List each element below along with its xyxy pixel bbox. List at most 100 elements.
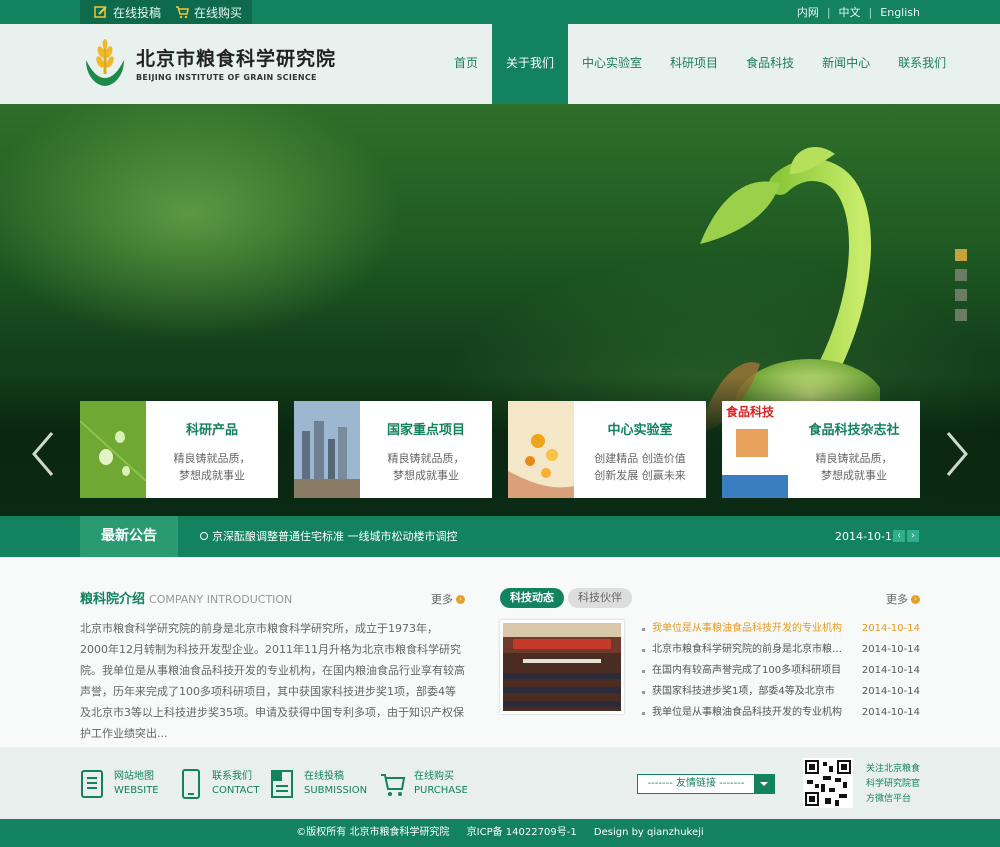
slide-dot-2[interactable]	[955, 269, 967, 281]
site-logo[interactable]: 北京市粮食科学研究院 BEIJING INSTITUTE OF GRAIN SC…	[80, 38, 336, 88]
buy-online-label: 在线购买	[194, 5, 243, 20]
nav-food-tech[interactable]: 食品科技	[732, 24, 808, 104]
intro-header: 粮科院介绍 COMPANY INTRODUCTION 更多 ›	[80, 588, 465, 608]
chevron-down-icon[interactable]	[754, 775, 774, 793]
news-date: 2014-10-14	[861, 707, 920, 718]
footer-link-en: PURCHASE	[414, 785, 468, 796]
footer-purchase-link[interactable]: 在线购买 PURCHASE	[380, 769, 468, 799]
feature-card-products[interactable]: 科研产品 精良铸就品质， 梦想成就事业	[80, 401, 278, 498]
icp-number[interactable]: 京ICP备 14022709号-1	[467, 827, 577, 838]
city-skyline-image	[294, 401, 360, 498]
feature-card-lab[interactable]: 中心实验室 创建精品 创造价值 创新发展 创赢未来	[508, 401, 706, 498]
cart-icon	[176, 6, 189, 19]
qr-caption-line: 方微信平台	[866, 794, 912, 804]
footer-submission-link[interactable]: 在线投稿 SUBMISSION	[270, 769, 367, 799]
lang-divider: |	[868, 5, 873, 19]
card-title: 中心实验室	[607, 423, 673, 438]
news-title[interactable]: 我单位是从事粮油食品科技开发的专业机构	[642, 618, 847, 639]
card-body: 科研产品 精良铸就品质， 梦想成就事业	[146, 401, 278, 498]
logo-title-cn: 北京市粮食科学研究院	[136, 48, 337, 70]
news-title[interactable]: 我单位是从事粮油食品科技开发的专业机构	[642, 702, 847, 723]
announcement-next-button[interactable]: ›	[907, 530, 919, 542]
card-line: 梦想成就事业	[179, 469, 245, 482]
news-title[interactable]: 在国内有较高声誉完成了100多项科研项目	[642, 660, 847, 681]
news-item[interactable]: 在国内有较高声誉完成了100多项科研项目 2014-10-14	[642, 660, 920, 681]
bullet-icon	[200, 532, 208, 540]
nav-contact[interactable]: 联系我们	[884, 24, 960, 104]
footer-link-text: 在线购买 PURCHASE	[414, 770, 468, 798]
more-label: 更多	[886, 593, 908, 606]
announcement-text[interactable]: 京深酝酿调整普通住宅标准 一线城市松动楼市调控	[200, 516, 458, 557]
news-list: 我单位是从事粮油食品科技开发的专业机构 2014-10-14 北京市粮食科学研究院…	[642, 618, 920, 723]
nav-about[interactable]: 关于我们	[492, 24, 569, 104]
footer-link-cn: 在线投稿	[304, 771, 344, 782]
submit-online-link[interactable]: 在线投稿	[94, 4, 161, 21]
molecule-hands-image	[508, 401, 574, 498]
card-line: 梦想成就事业	[393, 469, 459, 482]
logo-text: 北京市粮食科学研究院 BEIJING INSTITUTE OF GRAIN SC…	[136, 44, 336, 82]
svg-text:食品科技: 食品科技	[725, 404, 775, 419]
lang-english[interactable]: English	[880, 6, 920, 19]
friend-links-select[interactable]: ------- 友情链接 -------	[637, 774, 775, 794]
tab-tech-news[interactable]: 科技动态	[500, 588, 564, 608]
tab-tech-partners[interactable]: 科技伙伴	[568, 588, 632, 608]
nav-research[interactable]: 科研项目	[656, 24, 732, 104]
phone-icon	[182, 769, 200, 799]
carousel-prev-arrow[interactable]	[28, 429, 58, 479]
news-item[interactable]: 北京市粮食科学研究院的前身是北京市粮食科... 2014-10-14	[642, 639, 920, 660]
footer-link-cn: 网站地图	[114, 771, 154, 782]
card-line: 精良铸就品质，	[387, 452, 465, 465]
news-item[interactable]: 获国家科技进步奖1项，部委4等及北京市 2014-10-14	[642, 681, 920, 702]
carousel-next-arrow[interactable]	[942, 429, 972, 479]
news-more-link[interactable]: 更多 ›	[886, 591, 920, 607]
feature-card-magazine[interactable]: 食品科技 食品科技杂志社 精良铸就品质， 梦想成就事业	[722, 401, 920, 498]
edit-icon	[94, 6, 107, 18]
feature-card-key-projects[interactable]: 国家重点项目 精良铸就品质， 梦想成就事业	[294, 401, 492, 498]
friend-links-label: ------- 友情链接 -------	[647, 778, 745, 789]
company-intro: 粮科院介绍 COMPANY INTRODUCTION 更多 › 北京市粮食科学研究院…	[80, 588, 465, 744]
lang-chinese[interactable]: 中文	[839, 4, 861, 20]
news-section: 科技动态 科技伙伴 更多 › 我单位是从事粮油食品科技开发的专业机构 2014-10…	[500, 588, 920, 718]
card-title: 食品科技杂志社	[808, 423, 900, 438]
feature-cards: 科研产品 精良铸就品质， 梦想成就事业 国家重点项目 精良铸就品质， 梦想成就事…	[80, 401, 920, 498]
news-date: 2014-10-14	[861, 686, 920, 697]
footer-link-cn: 在线购买	[414, 771, 454, 782]
conference-photo[interactable]	[500, 620, 624, 714]
sitemap-icon	[81, 770, 103, 798]
footer-link-cn: 联系我们	[212, 771, 252, 782]
intro-more-link[interactable]: 更多 ›	[431, 591, 465, 607]
copyright-text: ©版权所有 北京市粮食科学研究院	[296, 827, 450, 838]
slide-dot-3[interactable]	[955, 289, 967, 301]
buy-online-link[interactable]: 在线购买	[175, 4, 242, 21]
intro-text: 北京市粮食科学研究院的前身是北京市粮食科学研究所，成立于1973年，2000年1…	[80, 622, 465, 740]
footer-contact-link[interactable]: 联系我们 CONTACT	[178, 769, 259, 799]
cart-icon	[381, 774, 406, 796]
news-title[interactable]: 获国家科技进步奖1项，部委4等及北京市	[642, 681, 847, 702]
announcement-prev-button[interactable]: ‹	[893, 530, 905, 542]
nav-lab[interactable]: 中心实验室	[568, 24, 656, 104]
more-arrow-icon: ›	[911, 594, 920, 604]
slide-dot-4[interactable]	[955, 309, 967, 321]
intro-title: 粮科院介绍	[80, 592, 146, 607]
news-title[interactable]: 北京市粮食科学研究院的前身是北京市粮食科...	[642, 639, 847, 660]
magazine-cover-image: 食品科技	[722, 401, 788, 498]
design-credit: Design by qianzhukeji	[593, 827, 704, 838]
announcement-pager: ‹ ›	[893, 530, 921, 542]
footer-sitemap-link[interactable]: 网站地图 WEBSITE	[80, 769, 159, 799]
footer-link-text: 在线投稿 SUBMISSION	[304, 770, 367, 798]
news-item[interactable]: 我单位是从事粮油食品科技开发的专业机构 2014-10-14	[642, 702, 920, 723]
footer-link-text: 联系我们 CONTACT	[212, 770, 259, 798]
news-item[interactable]: 我单位是从事粮油食品科技开发的专业机构 2014-10-14	[642, 618, 920, 639]
slide-dot-1[interactable]	[955, 249, 967, 261]
qr-caption-line: 关注北京粮食	[866, 764, 921, 774]
wheat-logo-icon	[86, 39, 124, 86]
nav-news[interactable]: 新闻中心	[808, 24, 884, 104]
card-title: 国家重点项目	[386, 423, 465, 438]
announcement-bar: 最新公告 京深酝酿调整普通住宅标准 一线城市松动楼市调控 2014-10-13 …	[0, 516, 1000, 557]
announcement-label: 最新公告	[80, 516, 178, 557]
announcement-title[interactable]: 京深酝酿调整普通住宅标准 一线城市松动楼市调控	[212, 530, 458, 543]
card-line: 精良铸就品质，	[815, 452, 893, 465]
logo-title-en: BEIJING INSTITUTE OF GRAIN SCIENCE	[136, 73, 317, 82]
lang-intranet[interactable]: 内网	[797, 4, 819, 20]
nav-home[interactable]: 首页	[440, 24, 492, 104]
